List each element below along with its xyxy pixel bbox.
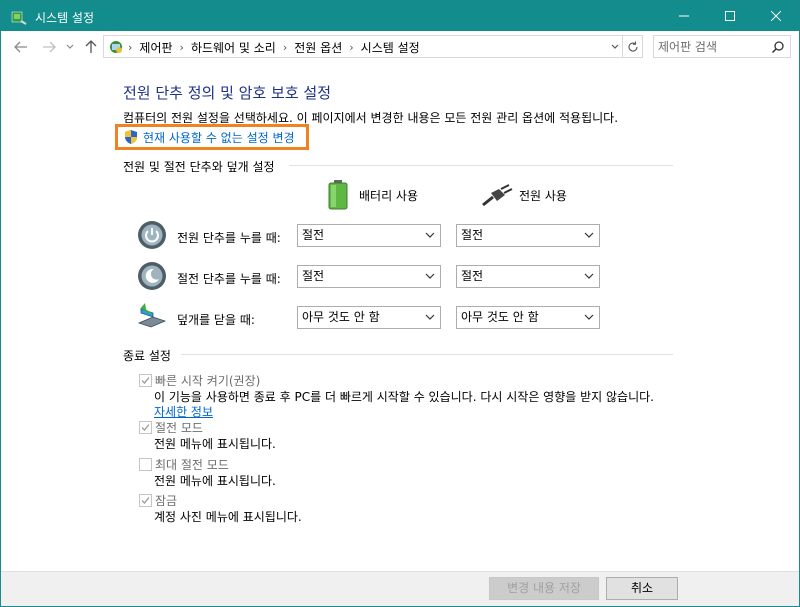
up-button[interactable] (83, 39, 99, 55)
address-bar: › 제어판 › 하드웨어 및 소리 › 전원 옵션 › 시스템 설정 (1, 31, 799, 63)
section-divider (289, 165, 673, 166)
breadcrumb: › 제어판 › 하드웨어 및 소리 › 전원 옵션 › 시스템 설정 (128, 39, 420, 56)
row-label: 전원 단추를 누를 때: (177, 231, 281, 245)
title-bar: 시스템 설정 (1, 1, 799, 31)
maximize-button[interactable] (707, 1, 753, 31)
cancel-button[interactable]: 취소 (606, 577, 678, 600)
sleep-button-icon (138, 262, 166, 290)
back-button[interactable] (13, 39, 29, 55)
select-value: 절전 (302, 269, 325, 283)
save-changes-button[interactable]: 변경 내용 저장 (489, 577, 599, 600)
sleep-label: 절전 모드 (155, 421, 203, 435)
lock-description: 계정 사진 메뉴에 표시됩니다. (154, 510, 302, 524)
chevron-down-icon (584, 273, 594, 279)
refresh-button[interactable] (622, 36, 642, 57)
search-box (653, 35, 791, 58)
battery-column-header: 배터리 사용 (327, 180, 418, 210)
breadcrumb-item[interactable]: 시스템 설정 (361, 39, 420, 56)
chevron-down-icon (584, 232, 594, 238)
row-label: 덮개를 닫을 때: (177, 313, 255, 327)
battery-icon (328, 180, 348, 210)
hibernate-checkbox[interactable] (139, 458, 152, 471)
recent-locations-button[interactable] (65, 39, 75, 55)
arrow-right-icon (43, 41, 56, 53)
close-icon (771, 11, 781, 21)
power-plug-icon (482, 184, 513, 207)
window-title: 시스템 설정 (35, 11, 95, 25)
plugged-column-header: 전원 사용 (481, 183, 567, 207)
control-panel-icon (110, 41, 122, 53)
checkmark-icon (141, 424, 150, 431)
more-info-link[interactable]: 자세한 정보 (154, 403, 213, 420)
close-button[interactable] (753, 1, 799, 31)
refresh-icon (628, 41, 638, 52)
page-title: 전원 단추 정의 및 암호 보호 설정 (123, 84, 332, 102)
breadcrumb-item[interactable]: 하드웨어 및 소리 (191, 39, 276, 56)
power-options-icon (11, 11, 27, 25)
arrow-up-icon (85, 40, 97, 53)
sleep-button-battery-select[interactable]: 절전 (297, 265, 441, 288)
window: 시스템 설정 › 제어판 › 하드웨어 및 소리 › 전원 옵션 › 시스템 설… (0, 0, 800, 607)
lock-checkbox[interactable] (139, 494, 152, 507)
chevron-down-icon (611, 44, 619, 49)
fast-startup-label: 빠른 시작 켜기(권장) (155, 374, 261, 388)
power-button-plugged-select[interactable]: 절전 (456, 224, 600, 247)
fast-startup-checkbox[interactable] (139, 374, 152, 387)
fast-startup-description: 이 기능을 사용하면 종료 후 PC를 더 빠르게 시작할 수 있습니다. 다시… (154, 390, 654, 404)
chevron-down-icon (66, 44, 74, 49)
plugged-column-label: 전원 사용 (519, 188, 567, 203)
minimize-button[interactable] (661, 1, 707, 31)
search-input[interactable] (658, 39, 766, 55)
select-value: 아무 것도 안 함 (302, 310, 380, 324)
uac-link-label: 현재 사용할 수 없는 설정 변경 (143, 130, 295, 145)
sleep-button-plugged-select[interactable]: 절전 (456, 265, 600, 288)
chevron-down-icon (584, 314, 594, 320)
footer-bar: 변경 내용 저장 취소 (1, 571, 799, 606)
lid-close-battery-select[interactable]: 아무 것도 안 함 (297, 306, 441, 329)
power-section-heading: 전원 및 절전 단추와 덮개 설정 (123, 160, 275, 174)
chevron-down-icon (425, 273, 435, 279)
minimize-icon (679, 15, 689, 17)
change-unavailable-settings-link[interactable]: 현재 사용할 수 없는 설정 변경 (115, 124, 309, 150)
main-content: 전원 단추 정의 및 암호 보호 설정 컴퓨터의 전원 설정을 선택하세요. 이… (1, 63, 799, 571)
forward-button[interactable] (41, 39, 57, 55)
lid-close-plugged-select[interactable]: 아무 것도 안 함 (456, 306, 600, 329)
lock-label: 잠금 (155, 494, 178, 508)
shutdown-section-heading: 종료 설정 (123, 349, 171, 363)
checkmark-icon (141, 377, 150, 384)
laptop-lid-icon (137, 303, 167, 328)
row-label: 절전 단추를 누를 때: (177, 272, 281, 286)
hibernate-label: 최대 절전 모드 (155, 458, 229, 472)
checkmark-icon (141, 497, 150, 504)
power-button-icon (138, 221, 166, 249)
section-divider (181, 354, 673, 355)
power-button-battery-select[interactable]: 절전 (297, 224, 441, 247)
breadcrumb-item[interactable]: 제어판 (139, 39, 172, 56)
select-value: 절전 (461, 269, 484, 283)
address-box[interactable]: › 제어판 › 하드웨어 및 소리 › 전원 옵션 › 시스템 설정 (103, 35, 643, 58)
maximize-icon (725, 11, 735, 21)
uac-shield-icon (125, 130, 137, 144)
arrow-left-icon (14, 41, 27, 53)
breadcrumb-item[interactable]: 전원 옵션 (294, 39, 342, 56)
search-icon[interactable] (771, 40, 785, 54)
hibernate-description: 전원 메뉴에 표시됩니다. (154, 474, 276, 488)
sleep-description: 전원 메뉴에 표시됩니다. (154, 437, 276, 451)
select-value: 절전 (302, 228, 325, 242)
chevron-down-icon (425, 314, 435, 320)
sleep-checkbox[interactable] (139, 421, 152, 434)
select-value: 아무 것도 안 함 (461, 310, 539, 324)
address-dropdown-button[interactable] (608, 39, 622, 55)
select-value: 절전 (461, 228, 484, 242)
chevron-down-icon (425, 232, 435, 238)
battery-column-label: 배터리 사용 (359, 188, 419, 203)
